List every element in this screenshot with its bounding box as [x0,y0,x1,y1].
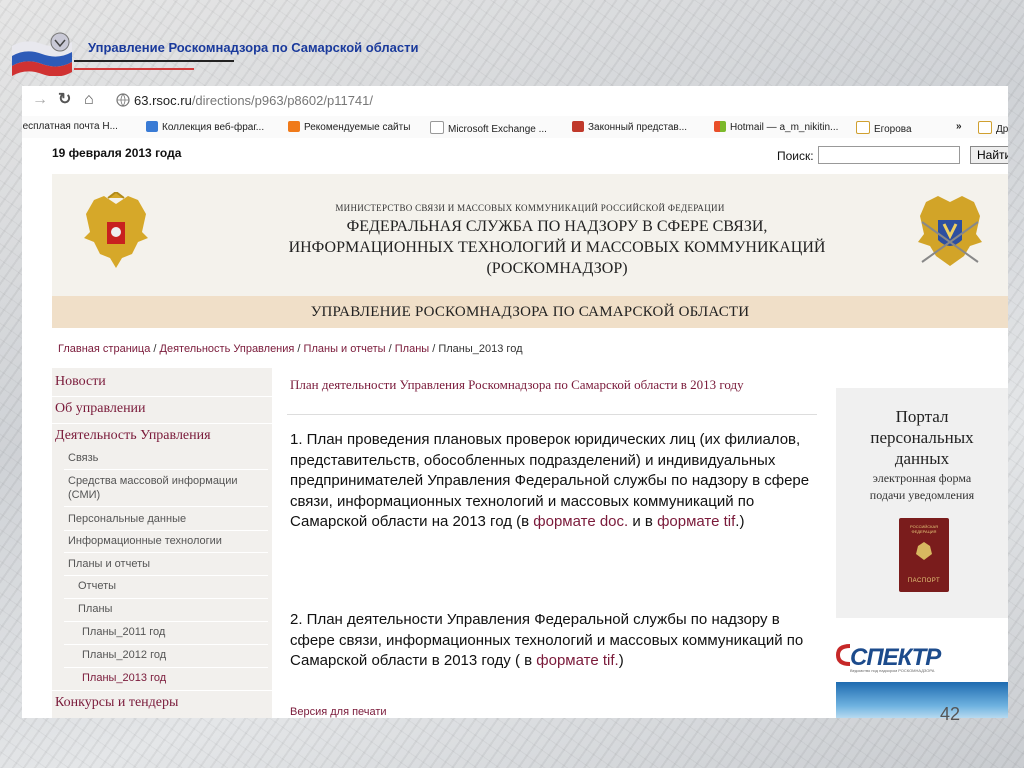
spectr-tagline: Ведомство под надзором РОСКОМНАДЗОРА [850,668,935,673]
plan-item-2: 2. План деятельности Управления Федераль… [290,611,804,669]
search-button[interactable]: Найти [970,146,1008,164]
menu-item-plans[interactable]: Планы [78,603,112,615]
breadcrumb-activity[interactable]: Деятельность Управления [160,343,295,355]
folder-icon [978,121,992,134]
menu-item-activity[interactable]: Деятельность Управления [55,428,211,444]
slide-number: 42 [940,704,961,724]
title-underline-red [74,68,194,70]
plan-item-1: 1. План проведения плановых проверок юри… [290,431,810,530]
link-format-tif-2[interactable]: формате tif. [536,652,618,669]
menu-item-about[interactable]: Об управлении [55,401,146,417]
menu-item-plans-2011[interactable]: Планы_2011 год [82,626,165,638]
roskomnadzor-emblem-icon [918,196,982,266]
menu-item-reports[interactable]: Отчеты [78,580,116,592]
breadcrumb-plans[interactable]: Планы [395,343,429,355]
browser-toolbar: → ↻ ⌂ 63.rsoc.ru/directions/p963/p8602/p… [22,86,1008,116]
menu-divider [52,396,272,397]
passport-icon: РОССИЙСКАЯ ФЕДЕРАЦИЯ ПАСПОРТ [899,518,949,592]
print-version-link[interactable]: Версия для печати [290,706,387,718]
menu-divider [64,506,268,507]
page-icon [430,121,444,134]
bookmark-web-slices[interactable]: Коллекция веб-фраг... [146,121,264,133]
portal-title: Портал персональных данных [870,407,974,468]
bookmark-exchange[interactable]: Microsoft Exchange ... [430,121,547,135]
menu-divider [64,575,268,576]
left-menu: Новости Об управлении Деятельность Управ… [52,368,272,718]
menu-divider [64,530,268,531]
bookmark-hotmail[interactable]: Hotmail — a_m_nikitin... [714,121,838,133]
folder-icon [856,121,870,134]
browser-window: → ↻ ⌂ 63.rsoc.ru/directions/p963/p8602/p… [22,86,1008,718]
menu-divider [52,423,272,424]
slide-title: Управление Роскомнадзора по Самарской об… [88,40,419,55]
menu-sub-plans-reports[interactable]: Планы и отчеты [68,557,150,571]
breadcrumb-home[interactable]: Главная страница [58,343,150,355]
breadcrumb-current: Планы_2013 год [438,343,523,355]
bookmark-legal-rep[interactable]: Законный представ... [572,121,687,133]
legal-rep-icon [572,121,584,132]
agency-name: ФЕДЕРАЛЬНАЯ СЛУЖБА ПО НАДЗОРУ В СФЕРЕ СВ… [288,218,826,277]
passport-emblem-icon [916,542,932,560]
forward-arrow-icon[interactable]: → [32,92,48,108]
suggested-sites-icon [288,121,300,132]
bookmark-suggested-sites[interactable]: Рекомендуемые сайты [288,121,410,133]
menu-divider [64,621,268,622]
menu-divider [64,598,268,599]
site-banner: МИНИСТЕРСТВО СВЯЗИ И МАССОВЫХ КОММУНИКАЦ… [52,174,1008,296]
menu-divider [64,552,268,553]
breadcrumb-plans-reports[interactable]: Планы и отчеты [304,343,386,355]
ministry-name: МИНИСТЕРСТВО СВЯЗИ И МАССОВЫХ КОММУНИКАЦ… [335,203,725,213]
bookmark-free-mail[interactable]: Бесплатная почта Н... [22,121,118,132]
menu-divider [64,469,268,470]
menu-item-tenders[interactable]: Конкурсы и тендеры [55,695,178,711]
portal-subtitle: электронная форма подачи уведомления [869,471,975,502]
home-icon[interactable]: ⌂ [84,92,94,108]
menu-item-plans-2013[interactable]: Планы_2013 год [82,672,166,684]
content-title: План деятельности Управления Роскомнадзо… [290,377,744,392]
menu-item-news[interactable]: Новости [55,374,106,390]
reload-icon[interactable]: ↻ [58,92,71,108]
search-input[interactable] [818,146,960,164]
address-bar[interactable]: 63.rsoc.ru/directions/p963/p8602/p11741/ [112,90,1008,112]
url-path: /directions/p963/p8602/p11741/ [191,93,373,108]
menu-sub-personal-data[interactable]: Персональные данные [68,512,186,526]
spectr-banner[interactable]: СПЕКТР Ведомство под надзором РОСКОМНАДЗ… [836,638,1008,674]
globe-icon [116,93,130,107]
menu-sub-mass-media[interactable]: Средства массовой информации (СМИ) [68,474,258,502]
content-divider [287,414,817,415]
web-slice-icon [146,121,158,132]
menu-sub-communications[interactable]: Связь [68,451,98,465]
magazine-cover-image[interactable] [836,682,1008,718]
link-format-doc[interactable]: формате doc. [533,513,628,530]
search-label: Поиск: [777,149,814,163]
bookmarks-more-chevron[interactable]: » [956,121,962,132]
flag-emblem-icon [12,32,72,76]
bookmark-other[interactable]: Др [978,121,1008,135]
personal-data-portal-banner[interactable]: Портал персональных данных электронная ф… [836,388,1008,618]
menu-divider [52,690,272,691]
bookmarks-bar: Бесплатная почта Н... Коллекция веб-фраг… [22,116,1008,139]
menu-divider [64,644,268,645]
department-title: УПРАВЛЕНИЕ РОСКОМНАДЗОРА ПО САМАРСКОЙ ОБ… [310,304,750,320]
breadcrumb: Главная страница / Деятельность Управлен… [58,343,523,355]
menu-divider [64,667,268,668]
web-page: 19 февраля 2013 года Поиск: Найти МИНИСТ… [22,138,1008,718]
slide-header: Управление Роскомнадзора по Самарской об… [10,30,470,80]
link-format-tif-1[interactable]: формате tif [657,513,735,530]
windows-flag-icon [714,121,726,132]
bookmark-egorova[interactable]: Егорова [856,121,912,135]
title-underline [74,60,234,62]
menu-item-plans-2012[interactable]: Планы_2012 год [82,649,166,661]
page-date: 19 февраля 2013 года [52,146,182,160]
menu-sub-it[interactable]: Информационные технологии [68,534,222,548]
department-bar: УПРАВЛЕНИЕ РОСКОМНАДЗОРА ПО САМАРСКОЙ ОБ… [52,296,1008,328]
url-domain: 63.rsoc.ru [134,93,192,108]
